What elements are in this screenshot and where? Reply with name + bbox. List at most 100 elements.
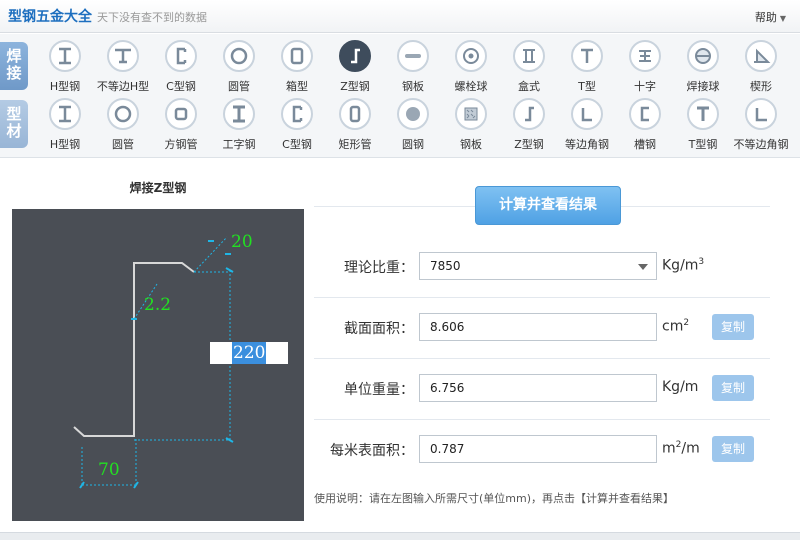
unit-weight-field[interactable]: 6.756 bbox=[419, 374, 657, 402]
weld-item-label: 楔形 bbox=[750, 80, 772, 93]
density-unit: Kg/m3 bbox=[662, 257, 704, 274]
weld-item[interactable]: 圆管 bbox=[210, 38, 268, 94]
profile-item[interactable]: 圆管 bbox=[94, 96, 152, 152]
surface-value: 0.787 bbox=[430, 442, 465, 456]
divider bbox=[314, 297, 770, 298]
copy-surface-button[interactable]: 复制 bbox=[712, 436, 754, 462]
profile-item[interactable]: 不等边角钢 bbox=[732, 96, 790, 152]
round-tube-icon bbox=[107, 98, 139, 130]
area-row: 截面面积： 8.606 cm2 复制 bbox=[314, 307, 770, 347]
area-unit: cm2 bbox=[662, 318, 689, 335]
divider bbox=[314, 358, 770, 359]
area-field[interactable]: 8.606 bbox=[419, 313, 657, 341]
c-channel-icon bbox=[281, 98, 313, 130]
profile-item[interactable]: 圆钢 bbox=[384, 96, 442, 152]
profile-item[interactable]: 工字钢 bbox=[210, 96, 268, 152]
bottom-strip bbox=[0, 532, 800, 540]
tab-weld-label-bottom: 接 bbox=[6, 64, 22, 82]
unit-weight-unit: Kg/m bbox=[662, 379, 699, 395]
i-beam-icon bbox=[223, 98, 255, 130]
weld-item[interactable]: C型钢 bbox=[152, 38, 210, 94]
tab-weld[interactable]: 焊 接 bbox=[0, 42, 28, 90]
weld-item[interactable]: 钢板 bbox=[384, 38, 442, 94]
dim-label-top: 20 bbox=[231, 232, 253, 252]
rect-tube-icon bbox=[339, 98, 371, 130]
box-type-icon bbox=[513, 40, 545, 72]
dim-label-bottom: 70 bbox=[98, 460, 120, 480]
weld-item[interactable]: 箱型 bbox=[268, 38, 326, 94]
height-dimension-input[interactable]: 220 bbox=[210, 342, 288, 364]
copy-area-button[interactable]: 复制 bbox=[712, 314, 754, 340]
calc-panel: 计算并查看结果 理论比重： 7850 Kg/m3 截面面积： 8.606 cm2… bbox=[314, 176, 770, 526]
unit-weight-value: 6.756 bbox=[430, 381, 465, 395]
density-value: 7850 bbox=[430, 259, 461, 273]
t-beam-icon bbox=[687, 98, 719, 130]
profile-item[interactable]: 矩形管 bbox=[326, 96, 384, 152]
tab-profile-label-bottom: 材 bbox=[6, 122, 22, 140]
profile-item[interactable]: C型钢 bbox=[268, 96, 326, 152]
drawing-panel: 焊接Z型钢 20 2.2 70 220 bbox=[12, 170, 304, 522]
tab-profile[interactable]: 型 材 bbox=[0, 100, 28, 148]
weld-item[interactable]: 楔形 bbox=[732, 38, 790, 94]
unit-weight-row: 单位重量： 6.756 Kg/m 复制 bbox=[314, 368, 770, 408]
surface-field[interactable]: 0.787 bbox=[419, 435, 657, 463]
steel-plate-icon bbox=[397, 40, 429, 72]
profile-item[interactable]: 方钢管 bbox=[152, 96, 210, 152]
weld-item[interactable]: H型钢 bbox=[36, 38, 94, 94]
weld-item[interactable]: 不等边H型 bbox=[94, 38, 152, 94]
density-label: 理论比重： bbox=[344, 260, 414, 276]
density-unit-base: Kg/m bbox=[662, 257, 699, 274]
profile-item[interactable]: H型钢 bbox=[36, 96, 94, 152]
welded-ball-icon bbox=[687, 40, 719, 72]
height-dimension-value: 220 bbox=[232, 342, 267, 364]
t-section-icon bbox=[571, 40, 603, 72]
weld-item[interactable]: Z型钢 bbox=[326, 38, 384, 94]
surface-row: 每米表面积： 0.787 m2/m 复制 bbox=[314, 429, 770, 469]
surface-unit-prefix: m bbox=[662, 440, 676, 457]
z-section-icon bbox=[513, 98, 545, 130]
round-bar-icon bbox=[397, 98, 429, 130]
density-row: 理论比重： 7850 Kg/m3 bbox=[314, 246, 770, 286]
profile-item[interactable]: 槽钢 bbox=[616, 96, 674, 152]
surface-label: 每米表面积： bbox=[330, 443, 414, 459]
category-area: 焊 接 型 材 H型钢 不等边H型 C型钢 圆管 箱型 Z型钢 钢板 螺栓球 盒式 T型 十字 焊接球… bbox=[0, 34, 800, 158]
z-profile-outline bbox=[73, 262, 195, 437]
dim-line-top bbox=[193, 236, 228, 273]
c-channel-icon bbox=[165, 40, 197, 72]
cross-section-icon bbox=[629, 40, 661, 72]
area-label: 截面面积： bbox=[344, 321, 414, 337]
help-menu[interactable]: 帮助 ▼ bbox=[755, 9, 786, 25]
copy-unit-weight-button[interactable]: 复制 bbox=[712, 375, 754, 401]
z-section-drawing: 20 2.2 70 220 bbox=[12, 209, 304, 521]
equal-angle-icon bbox=[571, 98, 603, 130]
app-header: 型钢五金大全 天下没有查不到的数据 帮助 ▼ bbox=[0, 0, 800, 33]
unequal-h-beam-icon bbox=[107, 40, 139, 72]
calculate-button[interactable]: 计算并查看结果 bbox=[475, 186, 621, 225]
z-section-icon bbox=[339, 40, 371, 72]
checker-plate-icon bbox=[455, 98, 487, 130]
dim-label-thickness: 2.2 bbox=[144, 295, 171, 315]
profile-item[interactable]: Z型钢 bbox=[500, 96, 558, 152]
surface-unit: m2/m bbox=[662, 440, 700, 457]
weld-item[interactable]: 十字 bbox=[616, 38, 674, 94]
h-beam-icon bbox=[49, 40, 81, 72]
profile-item[interactable]: T型钢 bbox=[674, 96, 732, 152]
box-section-icon bbox=[281, 40, 313, 72]
help-label: 帮助 bbox=[754, 11, 777, 24]
weld-item[interactable]: 焊接球 bbox=[674, 38, 732, 94]
weld-item[interactable]: T型 bbox=[558, 38, 616, 94]
weld-item[interactable]: 盒式 bbox=[500, 38, 558, 94]
weld-item[interactable]: 螺栓球 bbox=[442, 38, 500, 94]
channel-icon bbox=[629, 98, 661, 130]
tab-profile-label-top: 型 bbox=[6, 105, 22, 123]
tab-weld-label-top: 焊 bbox=[6, 47, 22, 65]
density-unit-sup: 3 bbox=[698, 257, 705, 267]
app-title: 型钢五金大全 bbox=[8, 9, 92, 25]
density-select[interactable]: 7850 bbox=[419, 252, 657, 280]
bolt-ball-icon bbox=[455, 40, 487, 72]
unit-weight-label: 单位重量： bbox=[344, 382, 414, 398]
profile-item[interactable]: 钢板 bbox=[442, 96, 500, 152]
area-unit-sup: 2 bbox=[683, 318, 690, 328]
profile-item[interactable]: 等边角钢 bbox=[558, 96, 616, 152]
wedge-icon bbox=[745, 40, 777, 72]
